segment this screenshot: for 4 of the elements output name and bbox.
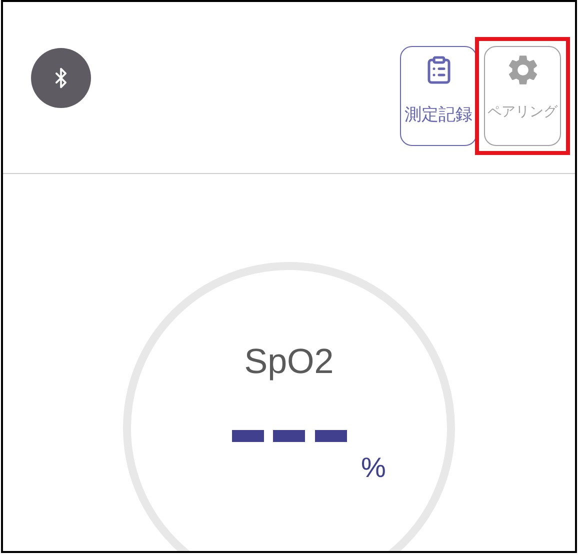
records-button[interactable]: 測定記録 [400,46,477,146]
unit-label: % [361,452,386,484]
measure-label: SpO2 [244,342,334,382]
pairing-button[interactable]: ペアリング [484,46,561,146]
